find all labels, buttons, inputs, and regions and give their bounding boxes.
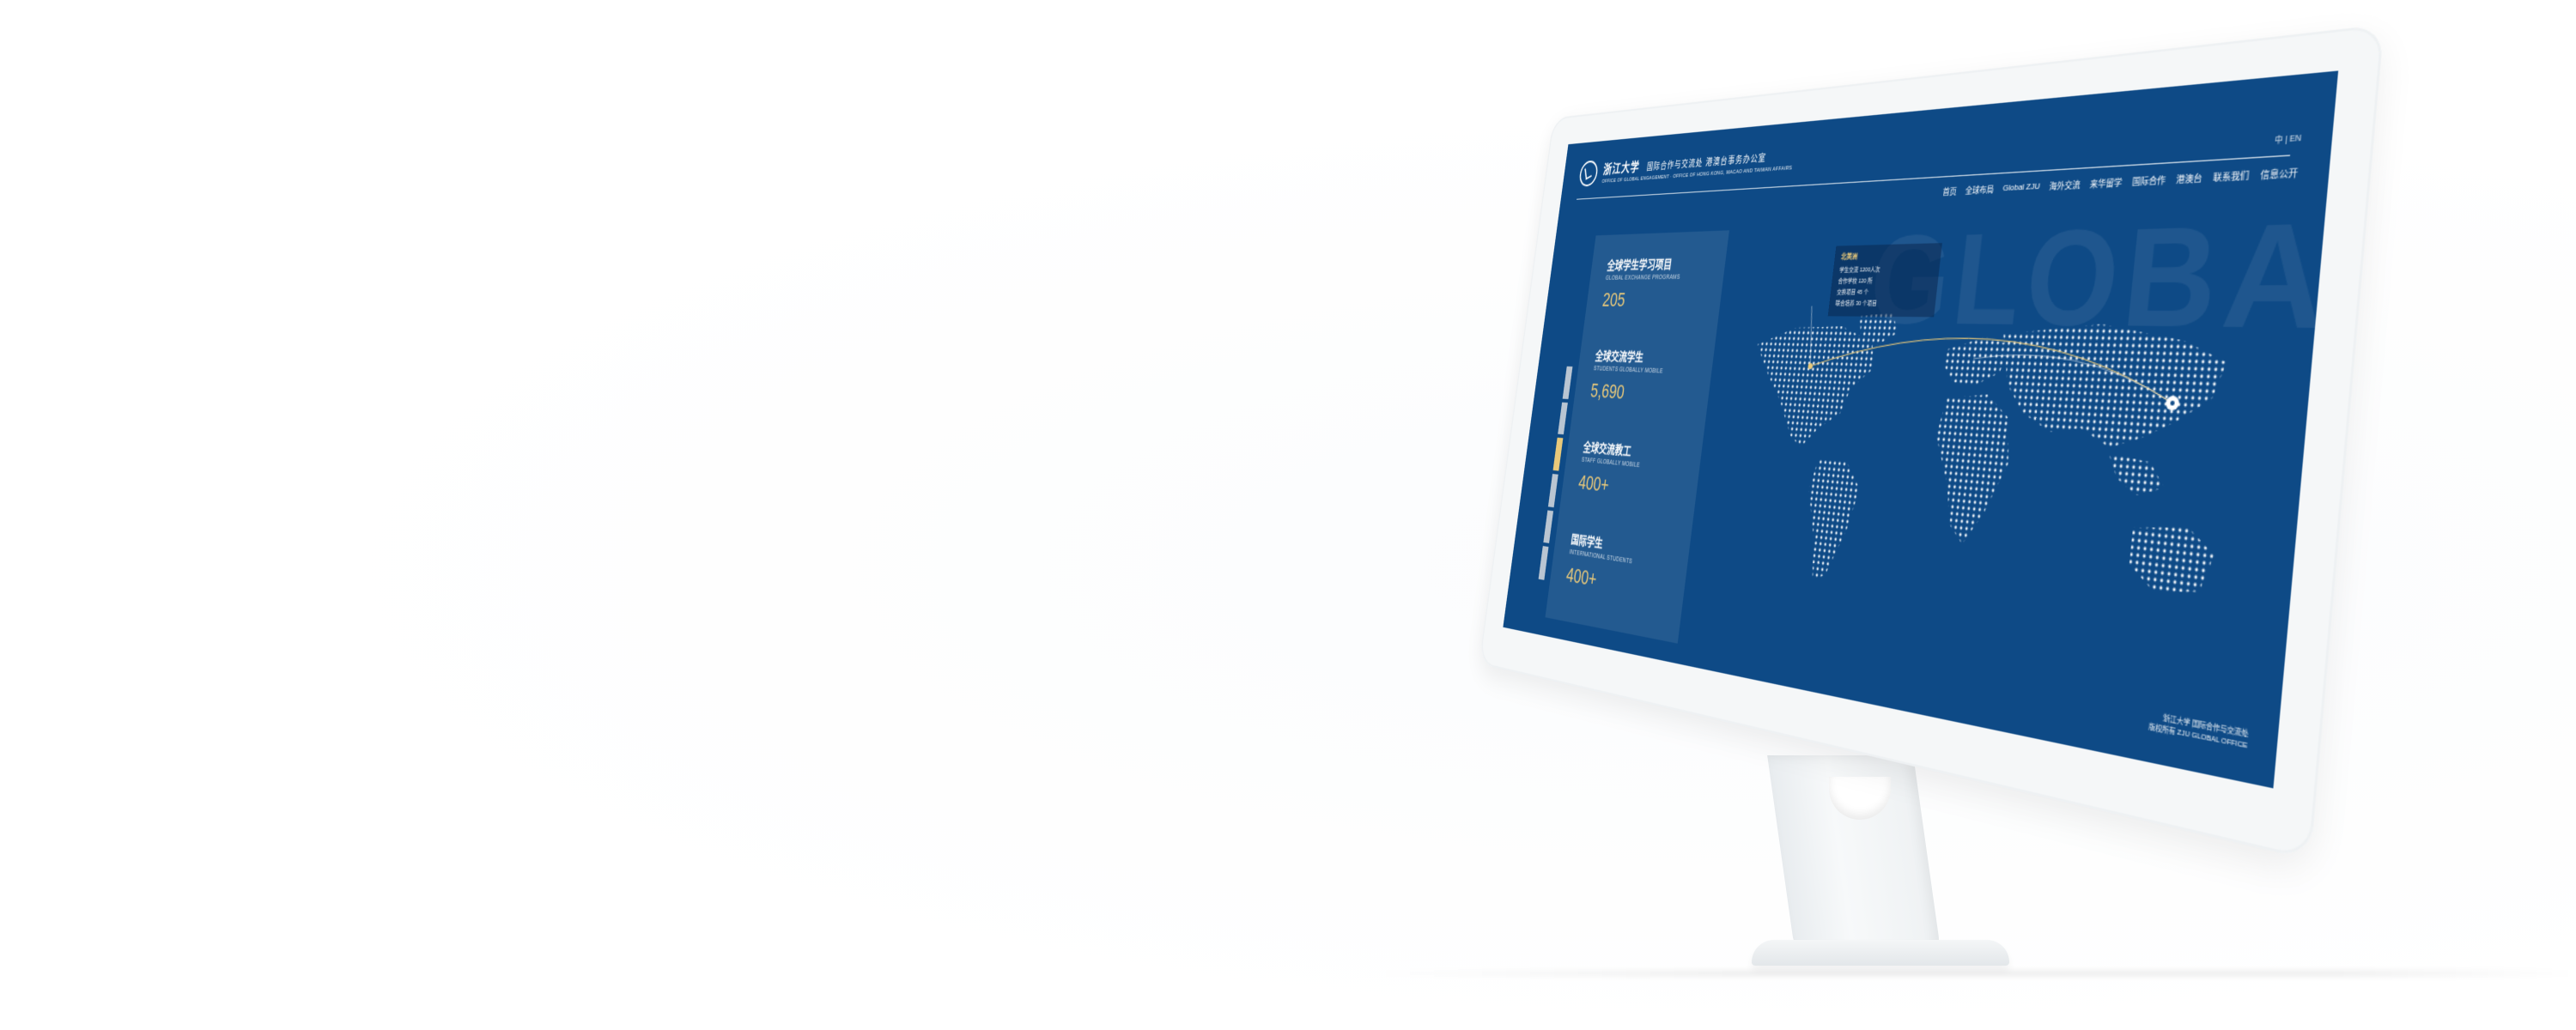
- world-map[interactable]: [1711, 306, 2302, 693]
- stat-label: 全球交流学生: [1595, 348, 1644, 364]
- continent-africa: [1924, 392, 2016, 548]
- stat-staff-mobile: 全球交流教工 STAFF GLOBALLY MOBILE 400+: [1577, 437, 1643, 500]
- background: 浙江大学 国际合作与交流处 港澳台事务办公室 OFFICE OF GLOBAL …: [0, 0, 2576, 1030]
- nav-item-global-layout[interactable]: 全球布局: [1965, 184, 1995, 197]
- site-logo[interactable]: 浙江大学 国际合作与交流处 港澳台事务办公室 OFFICE OF GLOBAL …: [1578, 143, 1795, 187]
- continent-australia: [2126, 521, 2217, 600]
- stat-value: 400+: [1577, 470, 1611, 497]
- stat-exchange-programs: 全球学生学习项目 GLOBAL EXCHANGE PROGRAMS 205: [1601, 254, 1683, 312]
- nav-item-overseas[interactable]: 海外交流: [2049, 179, 2081, 192]
- stat-label: 全球交流教工: [1582, 439, 1632, 458]
- stand-base: [1752, 940, 2009, 966]
- nav-item-disclosure[interactable]: 信息公开: [2260, 167, 2299, 182]
- tooltip-line: 联合培养 30 个项目: [1835, 300, 1878, 307]
- stat-international-students: 国际学生 INTERNATIONAL STUDENTS 400+: [1565, 530, 1636, 598]
- side-tab[interactable]: [1562, 366, 1573, 399]
- nav-item-hmt[interactable]: 港澳台: [2176, 172, 2203, 186]
- continent-se-asia: [2105, 453, 2167, 498]
- region-tooltip: 北美洲 学生交流 1200人次 合作学校 120 所 交换项目 45 个 联合培…: [1827, 243, 1942, 318]
- university-name: 浙江大学: [1602, 160, 1641, 177]
- footer: 浙江大学 国际合作与交流处 版权所有 ZJU GLOBAL OFFICE: [2148, 712, 2250, 754]
- tooltip-title: 北美洲: [1840, 253, 1858, 261]
- side-tab[interactable]: [1543, 510, 1554, 544]
- nav-item-global-zju[interactable]: Global ZJU: [2002, 181, 2040, 195]
- continent-north-america: [1745, 324, 1879, 452]
- world-map-dots: [1745, 306, 2231, 600]
- floor-shadow: [1374, 970, 2576, 977]
- stat-students-mobile: 全球交流学生 STUDENTS GLOBALLY MOBILE 5,690: [1589, 346, 1666, 406]
- side-tab[interactable]: [1558, 402, 1568, 435]
- continent-south-america: [1798, 457, 1863, 585]
- tooltip-line: 合作学校 120 所: [1838, 278, 1874, 285]
- continent-europe: [1941, 336, 2013, 387]
- stat-label: 全球学生学习项目: [1606, 257, 1674, 272]
- monitor: 浙江大学 国际合作与交流处 港澳台事务办公室 OFFICE OF GLOBAL …: [1479, 24, 2385, 861]
- stat-value: 5,690: [1589, 379, 1626, 403]
- nav-item-study-in-china[interactable]: 来华留学: [2089, 177, 2123, 191]
- nav-item-contact[interactable]: 联系我们: [2213, 169, 2250, 185]
- stat-value: 400+: [1564, 562, 1599, 591]
- stats-panel: 全球学生学习项目 GLOBAL EXCHANGE PROGRAMS 205 全球…: [1545, 230, 1729, 644]
- stat-label-en: STUDENTS GLOBALLY MOBILE: [1593, 366, 1664, 375]
- nav-item-home[interactable]: 首页: [1942, 185, 1958, 197]
- nav-item-cooperation[interactable]: 国际合作: [2131, 174, 2166, 189]
- stat-label-en: GLOBAL EXCHANGE PROGRAMS: [1605, 274, 1680, 282]
- tooltip-line: 交换项目 45 个: [1836, 289, 1869, 296]
- continent-asia: [1991, 323, 2231, 455]
- side-tab[interactable]: [1547, 474, 1558, 507]
- tooltip-line: 学生交流 1200人次: [1838, 267, 1880, 275]
- university-logo-icon: [1578, 160, 1600, 187]
- stat-value: 205: [1601, 288, 1627, 312]
- language-switch[interactable]: 中 | EN: [2275, 132, 2302, 146]
- side-tab-active[interactable]: [1552, 438, 1564, 471]
- side-tab[interactable]: [1538, 546, 1549, 580]
